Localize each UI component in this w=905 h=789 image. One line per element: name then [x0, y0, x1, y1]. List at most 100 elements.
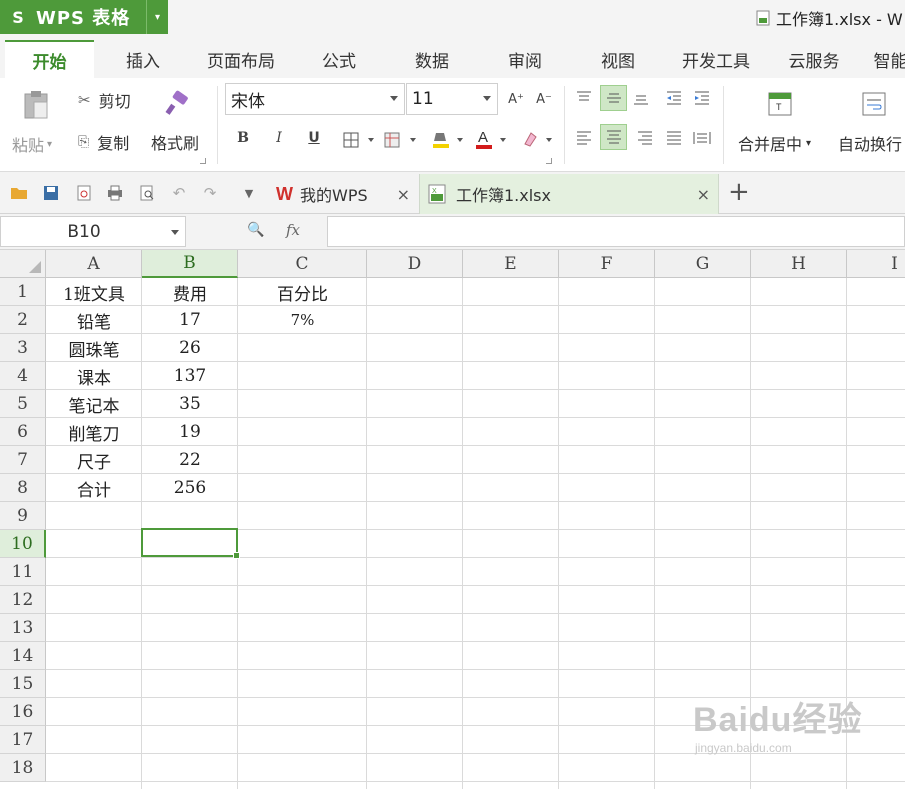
column-header-g[interactable]: G	[655, 250, 751, 278]
tab-data[interactable]: 数据	[402, 40, 462, 78]
column-header-h[interactable]: H	[751, 250, 847, 278]
new-tab-button[interactable]: +	[728, 179, 750, 205]
merge-center-button[interactable]: 合并居中 ▾	[738, 131, 811, 155]
tab-review[interactable]: 审阅	[495, 40, 555, 78]
clipboard-dialog-launcher[interactable]	[200, 158, 206, 164]
cell-a7[interactable]: 尺子	[46, 446, 142, 474]
fill-color-icon[interactable]	[432, 130, 450, 150]
row-header[interactable]: 14	[0, 642, 46, 670]
clear-format-icon[interactable]	[521, 130, 539, 148]
cut-button[interactable]: ✂ 剪切	[78, 88, 131, 112]
increase-indent-icon[interactable]	[694, 90, 710, 106]
close-tab-icon[interactable]: ×	[697, 185, 710, 204]
merge-center-icon[interactable]: T	[768, 92, 792, 116]
fill-pattern-icon[interactable]	[384, 132, 400, 148]
align-center-button[interactable]	[600, 124, 627, 150]
tab-insert[interactable]: 插入	[112, 40, 174, 78]
tab-cloud-service[interactable]: 云服务	[780, 40, 848, 78]
doc-tab-my-wps[interactable]: W 我的WPS ×	[268, 174, 418, 214]
row-header[interactable]: 5	[0, 390, 46, 418]
row-header[interactable]: 3	[0, 334, 46, 362]
tab-developer[interactable]: 开发工具	[673, 40, 759, 78]
row-header-selected[interactable]: 10	[0, 530, 46, 558]
row-header[interactable]: 15	[0, 670, 46, 698]
cell-b1[interactable]: 费用	[142, 278, 238, 306]
column-header-i[interactable]: I	[847, 250, 905, 278]
column-header-b[interactable]: B	[142, 250, 238, 278]
decrease-indent-icon[interactable]	[666, 90, 682, 106]
row-header[interactable]: 11	[0, 558, 46, 586]
cell-a2[interactable]: 铅笔	[46, 306, 142, 334]
align-left-icon[interactable]	[576, 131, 592, 145]
align-bottom-icon[interactable]	[633, 91, 649, 105]
row-header[interactable]: 2	[0, 306, 46, 334]
cell-a3[interactable]: 圆珠笔	[46, 334, 142, 362]
close-tab-icon[interactable]: ×	[397, 185, 410, 204]
selected-cell-b10[interactable]	[141, 528, 240, 559]
row-header[interactable]: 6	[0, 418, 46, 446]
cell-c1[interactable]: 百分比	[238, 278, 367, 306]
align-middle-button[interactable]	[600, 85, 627, 111]
font-dialog-launcher[interactable]	[546, 158, 552, 164]
doc-tab-workbook1[interactable]: X 工作簿1.xlsx ×	[419, 174, 719, 214]
underline-button[interactable]: U	[301, 125, 327, 151]
row-header[interactable]: 12	[0, 586, 46, 614]
tab-smart[interactable]: 智能	[868, 40, 905, 78]
name-box[interactable]: B10	[0, 216, 186, 247]
insert-function-button[interactable]: fx	[286, 221, 300, 239]
tab-formulas[interactable]: 公式	[310, 40, 368, 78]
row-header[interactable]: 17	[0, 726, 46, 754]
wrap-text-button[interactable]: 自动换行	[838, 131, 902, 155]
save-icon[interactable]	[42, 184, 60, 202]
align-top-icon[interactable]	[576, 91, 592, 105]
column-header-f[interactable]: F	[559, 250, 655, 278]
grow-font-button[interactable]: A⁺	[503, 86, 529, 112]
cell-b3[interactable]: 26	[142, 334, 238, 362]
undo-icon[interactable]: ↶	[170, 184, 188, 202]
row-header[interactable]: 18	[0, 754, 46, 782]
cell-a8[interactable]: 合计	[46, 474, 142, 502]
justify-icon[interactable]	[666, 131, 682, 145]
font-name-select[interactable]: 宋体	[225, 83, 405, 115]
tab-page-layout[interactable]: 页面布局	[196, 40, 286, 78]
format-painter-button[interactable]: 格式刷	[151, 130, 199, 154]
font-size-select[interactable]: 11	[406, 83, 498, 115]
wrap-text-icon[interactable]	[862, 92, 886, 116]
cell-b2[interactable]: 17	[142, 306, 238, 334]
column-header-d[interactable]: D	[367, 250, 463, 278]
row-header[interactable]: 1	[0, 278, 46, 306]
shrink-font-button[interactable]: A⁻	[531, 86, 557, 112]
italic-button[interactable]: I	[266, 125, 292, 151]
cell-b8[interactable]: 256	[142, 474, 238, 502]
tab-home[interactable]: 开始	[5, 40, 94, 78]
copy-button[interactable]: ⎘ 复制	[78, 130, 129, 154]
column-header-c[interactable]: C	[238, 250, 367, 278]
format-painter-icon[interactable]	[164, 90, 190, 116]
row-header[interactable]: 16	[0, 698, 46, 726]
row-header[interactable]: 9	[0, 502, 46, 530]
bold-button[interactable]: B	[230, 125, 256, 151]
border-icon[interactable]	[343, 132, 359, 148]
row-header[interactable]: 4	[0, 362, 46, 390]
cell-a6[interactable]: 削笔刀	[46, 418, 142, 446]
cell-a1[interactable]: 1班文具	[46, 278, 142, 306]
print-icon[interactable]	[106, 184, 124, 202]
cell-b5[interactable]: 35	[142, 390, 238, 418]
print-preview-icon[interactable]	[138, 184, 156, 202]
app-menu-dropdown[interactable]: ▾	[146, 0, 168, 34]
column-header-e[interactable]: E	[463, 250, 559, 278]
font-color-icon[interactable]: A	[475, 128, 493, 150]
cell-b6[interactable]: 19	[142, 418, 238, 446]
row-header[interactable]: 13	[0, 614, 46, 642]
app-menu-button[interactable]: S WPS 表格 ▾	[0, 0, 168, 34]
zoom-search-icon[interactable]: 🔍	[247, 222, 264, 238]
cell-c2[interactable]: 7%	[238, 306, 367, 334]
row-header[interactable]: 7	[0, 446, 46, 474]
cell-b7[interactable]: 22	[142, 446, 238, 474]
cell-b4[interactable]: 137	[142, 362, 238, 390]
formula-input[interactable]	[327, 216, 905, 247]
column-header-a[interactable]: A	[46, 250, 142, 278]
redo-icon[interactable]: ↷	[201, 184, 219, 202]
paste-icon[interactable]	[22, 90, 50, 120]
paste-button[interactable]: 粘贴 ▾	[12, 132, 52, 156]
